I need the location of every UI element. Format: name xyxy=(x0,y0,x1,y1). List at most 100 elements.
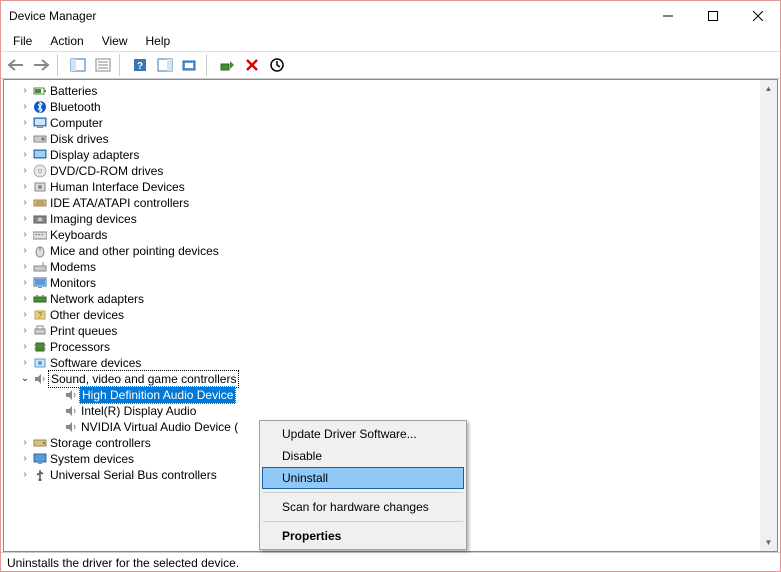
chevron-right-icon[interactable]: › xyxy=(18,355,32,371)
tree-node-label: NVIDIA Virtual Audio Device ( xyxy=(79,419,240,435)
context-menu: Update Driver Software...DisableUninstal… xyxy=(259,420,467,550)
tree-node[interactable]: › Keyboards xyxy=(4,227,777,243)
tree-node[interactable]: › Print queues xyxy=(4,323,777,339)
menu-file[interactable]: File xyxy=(5,32,40,50)
tree-node[interactable]: › Imaging devices xyxy=(4,211,777,227)
toolbar-separator xyxy=(57,54,62,76)
chevron-right-icon[interactable]: › xyxy=(18,243,32,259)
software-icon xyxy=(32,355,48,371)
help-button[interactable]: ? xyxy=(129,54,151,76)
tree-node[interactable]: ⌄Sound, video and game controllers xyxy=(4,371,777,387)
forward-button[interactable] xyxy=(30,54,52,76)
computer-icon xyxy=(32,115,48,131)
tree-node[interactable]: ›Monitors xyxy=(4,275,777,291)
chevron-right-icon[interactable]: › xyxy=(18,339,32,355)
chevron-right-icon[interactable]: › xyxy=(18,307,32,323)
tree-node[interactable]: › Mice and other pointing devices xyxy=(4,243,777,259)
chevron-right-icon[interactable]: › xyxy=(18,435,32,451)
tree-node[interactable]: ›Display adapters xyxy=(4,147,777,163)
chevron-right-icon[interactable]: › xyxy=(18,83,32,99)
disable-button[interactable] xyxy=(266,54,288,76)
tree-node-label: Batteries xyxy=(48,83,99,99)
maximize-button[interactable] xyxy=(690,1,735,31)
context-menu-separator xyxy=(263,521,463,522)
minimize-button[interactable] xyxy=(645,1,690,31)
context-menu-item[interactable]: Uninstall xyxy=(262,467,464,489)
tree-node-label: Bluetooth xyxy=(48,99,103,115)
context-menu-item[interactable]: Scan for hardware changes xyxy=(262,496,464,518)
properties-button[interactable] xyxy=(92,54,114,76)
tree-node[interactable]: › Batteries xyxy=(4,83,777,99)
tree-node-label: Disk drives xyxy=(48,131,111,147)
tree-node[interactable]: › DVD/CD-ROM drives xyxy=(4,163,777,179)
tree-node[interactable]: High Definition Audio Device xyxy=(4,387,777,403)
svg-text:?: ? xyxy=(38,311,43,320)
chevron-right-icon[interactable]: › xyxy=(18,227,32,243)
tree-node[interactable]: Intel(R) Display Audio xyxy=(4,403,777,419)
tree-node[interactable]: ›IDE ATA/ATAPI controllers xyxy=(4,195,777,211)
tree-node-label: Keyboards xyxy=(48,227,109,243)
back-button[interactable] xyxy=(5,54,27,76)
chevron-right-icon[interactable]: › xyxy=(18,99,32,115)
menu-action[interactable]: Action xyxy=(42,32,91,50)
menu-view[interactable]: View xyxy=(94,32,136,50)
menu-help[interactable]: Help xyxy=(138,32,179,50)
action-pane-button[interactable] xyxy=(154,54,176,76)
tree-node[interactable]: ›Software devices xyxy=(4,355,777,371)
chevron-right-icon[interactable]: › xyxy=(18,211,32,227)
chevron-right-icon[interactable]: › xyxy=(18,147,32,163)
tree-node-label: Universal Serial Bus controllers xyxy=(48,467,219,483)
uninstall-button[interactable] xyxy=(241,54,263,76)
chevron-right-icon[interactable]: › xyxy=(18,451,32,467)
tree-node-label: Print queues xyxy=(48,323,119,339)
chevron-right-icon[interactable]: › xyxy=(18,323,32,339)
chevron-right-icon[interactable]: › xyxy=(18,163,32,179)
context-menu-item[interactable]: Properties xyxy=(262,525,464,547)
tree-node-label: Intel(R) Display Audio xyxy=(79,403,198,419)
imaging-icon xyxy=(32,211,48,227)
chevron-right-icon[interactable]: › xyxy=(18,131,32,147)
tree-node[interactable]: ›Modems xyxy=(4,259,777,275)
chevron-down-icon[interactable]: ⌄ xyxy=(18,371,32,387)
tree-node-label: Imaging devices xyxy=(48,211,139,227)
storage-icon xyxy=(32,435,48,451)
show-hide-console-tree-button[interactable] xyxy=(67,54,89,76)
sound-icon xyxy=(32,371,48,387)
context-menu-item[interactable]: Disable xyxy=(262,445,464,467)
svg-text:?: ? xyxy=(137,61,143,72)
tree-node-label: Mice and other pointing devices xyxy=(48,243,221,259)
battery-icon xyxy=(32,83,48,99)
tree-node-label: Processors xyxy=(48,339,112,355)
tree-node[interactable]: ›Computer xyxy=(4,115,777,131)
scroll-down-button[interactable]: ▼ xyxy=(760,534,777,551)
close-button[interactable] xyxy=(735,1,780,31)
chevron-right-icon[interactable]: › xyxy=(18,195,32,211)
tree-node-label: DVD/CD-ROM drives xyxy=(48,163,165,179)
vertical-scrollbar[interactable]: ▲ ▼ xyxy=(760,80,777,551)
chevron-right-icon[interactable]: › xyxy=(18,259,32,275)
tree-node[interactable]: ›Network adapters xyxy=(4,291,777,307)
tree-node[interactable]: › Processors xyxy=(4,339,777,355)
statusbar-text: Uninstalls the driver for the selected d… xyxy=(7,556,239,570)
toolbar: ? xyxy=(1,51,780,79)
speaker-icon xyxy=(63,387,79,403)
chevron-right-icon[interactable]: › xyxy=(18,179,32,195)
chevron-right-icon[interactable]: › xyxy=(18,291,32,307)
chevron-right-icon[interactable]: › xyxy=(18,275,32,291)
tree-node[interactable]: ›Human Interface Devices xyxy=(4,179,777,195)
other-icon: ? xyxy=(32,307,48,323)
tree-node-label: Storage controllers xyxy=(48,435,153,451)
bluetooth-icon xyxy=(32,99,48,115)
scan-hardware-button[interactable] xyxy=(179,54,201,76)
update-driver-button[interactable] xyxy=(216,54,238,76)
chevron-right-icon[interactable]: › xyxy=(18,115,32,131)
tree-node[interactable]: ›?Other devices xyxy=(4,307,777,323)
mouse-icon xyxy=(32,243,48,259)
tree-node[interactable]: › Disk drives xyxy=(4,131,777,147)
chevron-right-icon[interactable]: › xyxy=(18,467,32,483)
context-menu-item[interactable]: Update Driver Software... xyxy=(262,423,464,445)
window-controls xyxy=(645,1,780,31)
monitor-icon xyxy=(32,275,48,291)
scroll-up-button[interactable]: ▲ xyxy=(760,80,777,97)
tree-node[interactable]: › Bluetooth xyxy=(4,99,777,115)
